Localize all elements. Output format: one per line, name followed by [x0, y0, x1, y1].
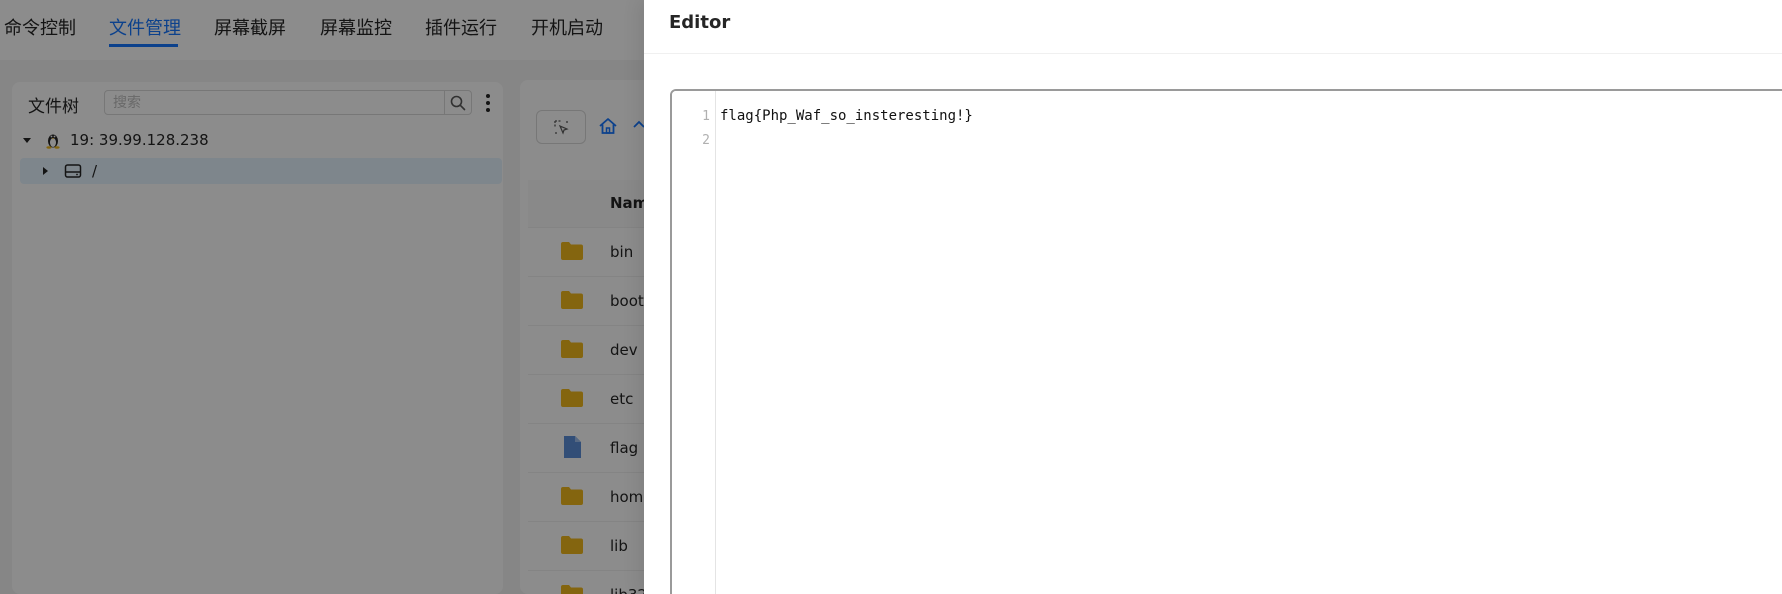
code-editor[interactable]: 1 2 flag{Php_Waf_so_insteresting!}: [670, 89, 1782, 594]
drawer-header: Editor: [644, 0, 1782, 54]
line-number: 1: [702, 109, 710, 124]
line-number-gutter: 1 2: [672, 91, 716, 594]
line-number: 2: [702, 133, 710, 148]
code-line[interactable]: flag{Php_Waf_so_insteresting!}: [720, 108, 973, 124]
editor-drawer: Editor 1 2 flag{Php_Waf_so_insteresting!…: [644, 0, 1782, 594]
drawer-title: Editor: [669, 12, 731, 33]
